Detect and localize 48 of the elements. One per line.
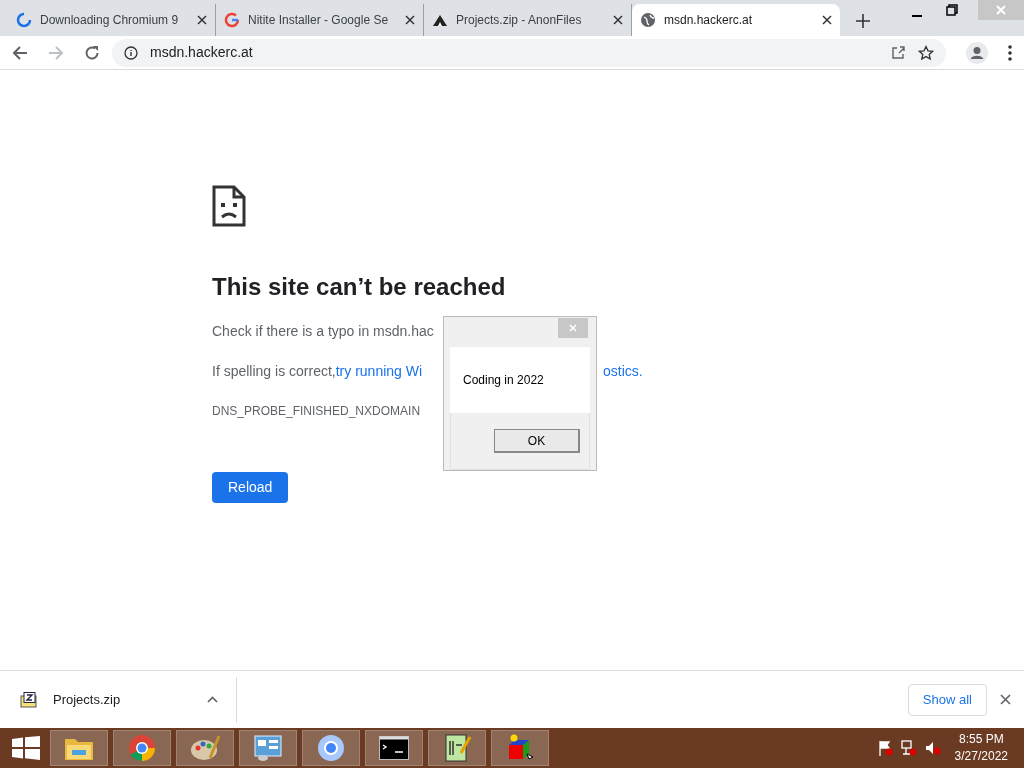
globe-icon — [640, 12, 656, 28]
google-icon — [224, 12, 240, 28]
address-bar[interactable]: msdn.hackerc.at — [112, 38, 946, 67]
error-hint: If spelling is correct, — [212, 362, 336, 381]
flag-icon[interactable] — [876, 740, 893, 756]
download-item[interactable]: Projects.zip — [53, 689, 195, 710]
back-icon[interactable] — [12, 44, 28, 61]
new-tab-icon[interactable] — [856, 14, 870, 28]
error-heading: This site can’t be reached — [212, 272, 506, 302]
error-hint: Check if there is a typo in msdn.hac — [212, 322, 434, 341]
error-code: DNS_PROBE_FINISHED_NXDOMAIN — [212, 403, 421, 420]
dialog-message: Coding in 2022 — [463, 372, 544, 389]
reload-icon[interactable] — [84, 44, 100, 61]
taskbar-button[interactable] — [365, 730, 423, 766]
close-icon — [569, 324, 577, 332]
network-icon[interactable] — [900, 740, 917, 756]
diagnostics-link[interactable]: try running Wi — [335, 361, 423, 382]
clock-time[interactable]: 8:55 PM — [958, 731, 1004, 748]
terminal-icon[interactable] — [379, 736, 409, 760]
close-icon[interactable] — [1000, 694, 1011, 705]
profile-icon[interactable] — [966, 41, 988, 64]
chrome-icon[interactable] — [128, 734, 156, 762]
close-icon — [996, 5, 1006, 15]
sad-page-icon — [212, 185, 246, 227]
show-all-button[interactable]: Show all — [907, 683, 987, 716]
close-icon[interactable] — [197, 15, 207, 25]
info-icon — [124, 45, 138, 60]
close-icon[interactable] — [613, 15, 623, 25]
chromium-icon[interactable] — [317, 734, 345, 762]
close-icon[interactable] — [405, 15, 415, 25]
palette-icon[interactable] — [190, 734, 220, 762]
menu-icon[interactable] — [1008, 44, 1012, 61]
speaker-icon[interactable] — [924, 740, 941, 756]
reload-button[interactable]: Reload — [212, 472, 289, 503]
restore-icon[interactable] — [946, 4, 958, 16]
notepad-icon[interactable] — [443, 733, 471, 763]
control-panel-icon[interactable] — [253, 734, 283, 762]
star-icon[interactable] — [918, 44, 934, 61]
archive-file-icon — [20, 691, 37, 708]
loading-icon — [16, 12, 32, 28]
close-icon[interactable] — [822, 15, 832, 25]
windows-start-icon[interactable] — [12, 736, 40, 760]
diagnostics-link[interactable]: ostics. — [603, 361, 643, 382]
clock-date[interactable]: 3/27/2022 — [954, 748, 1008, 765]
share-icon[interactable] — [891, 45, 906, 60]
ok-button[interactable]: OK — [494, 429, 580, 453]
chevron-up-icon[interactable] — [207, 696, 218, 703]
browser-tab[interactable]: msdn.hackerc.at — [632, 4, 840, 36]
